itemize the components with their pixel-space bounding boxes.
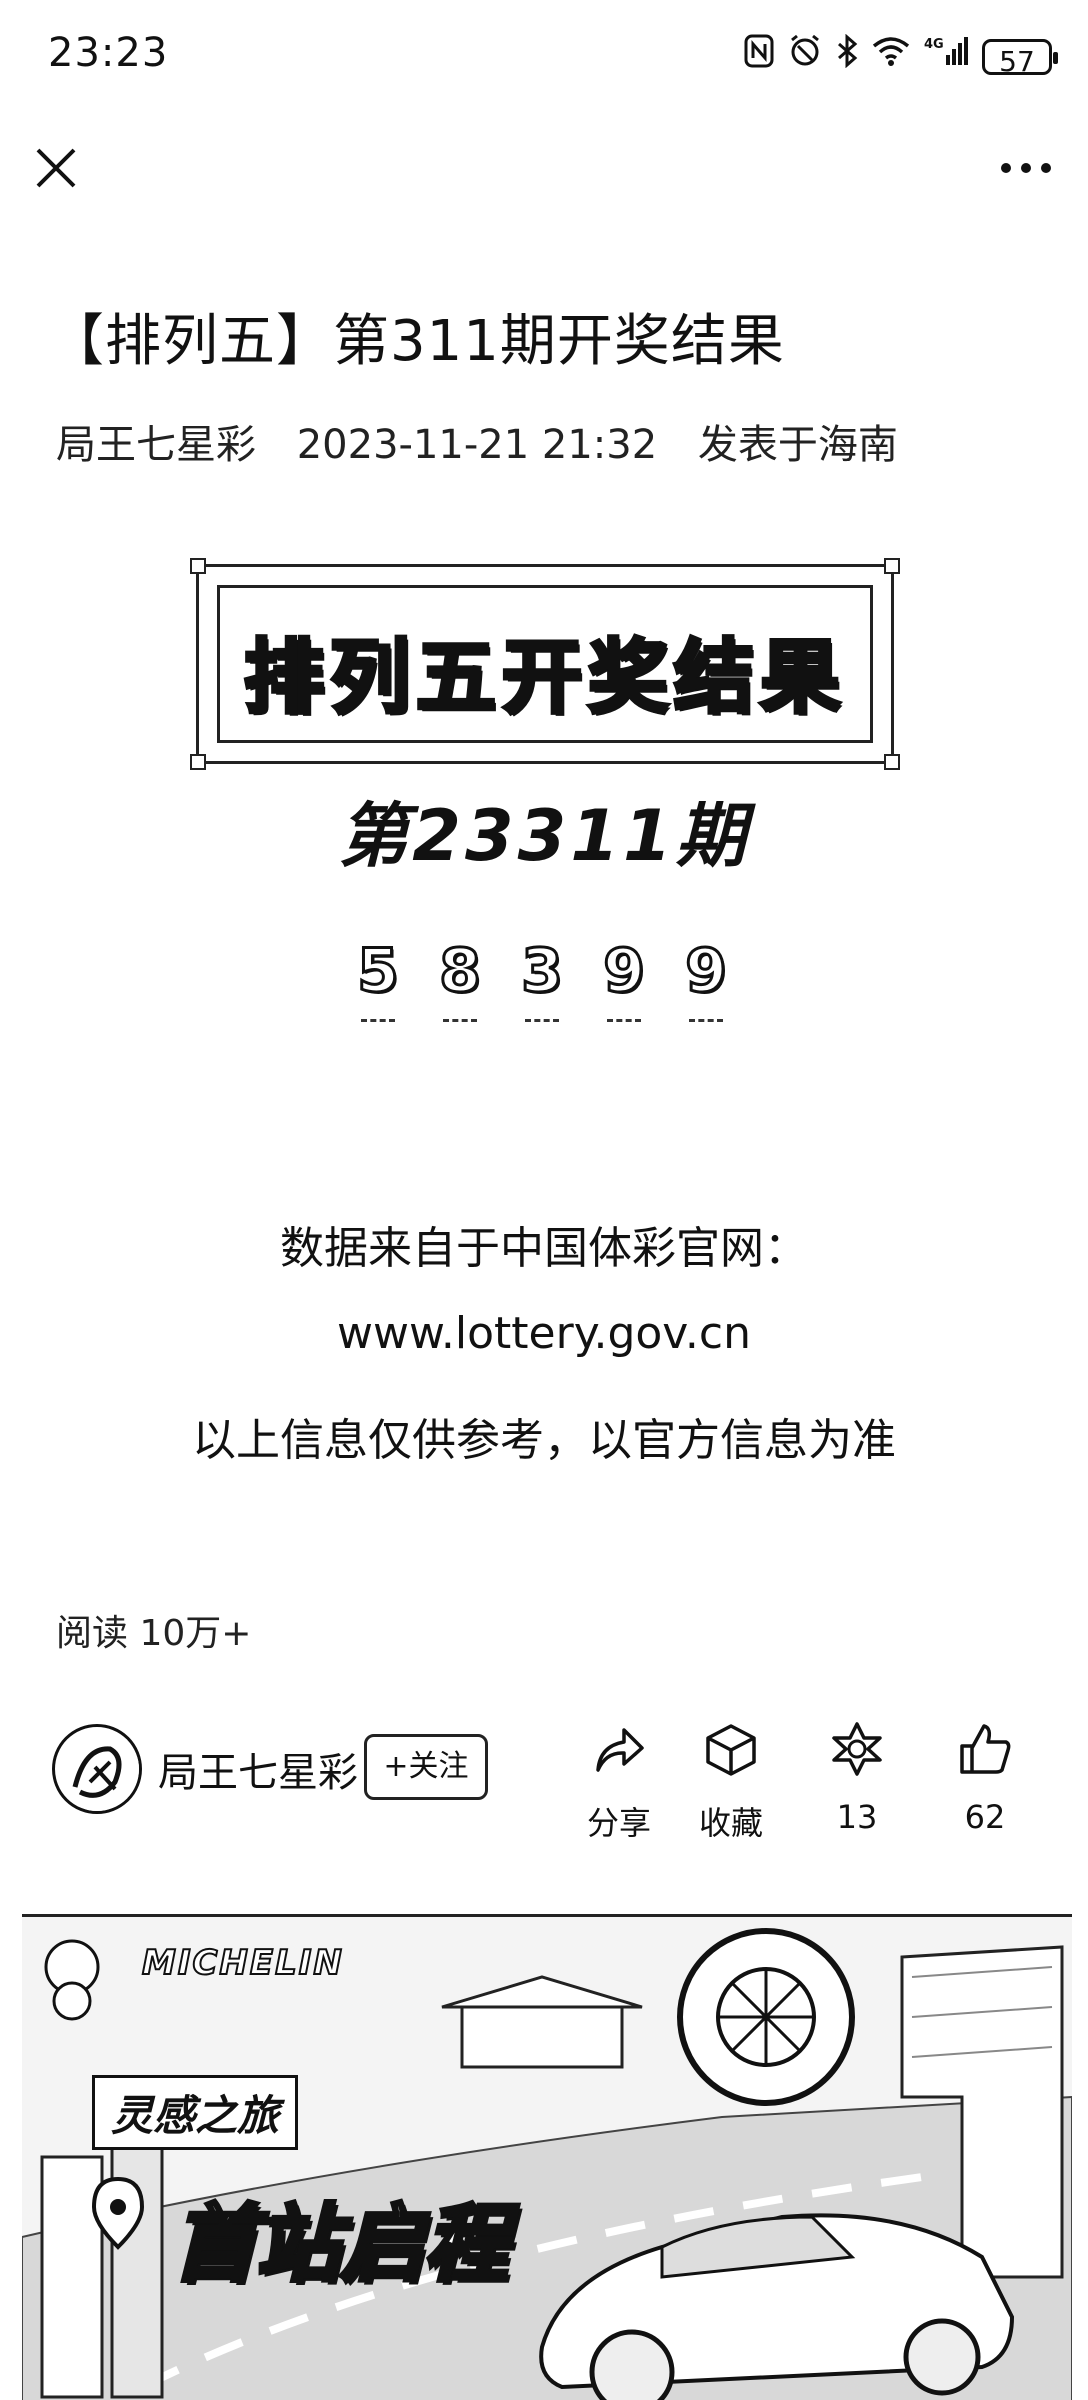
wifi-icon (872, 36, 910, 77)
top-nav (0, 130, 1088, 220)
winning-numbers: 5 8 3 9 9 (355, 935, 729, 1022)
like-button[interactable]: 62 (940, 1720, 1030, 1836)
wow-button[interactable]: 13 (812, 1720, 902, 1836)
ad-slogan: 灵感之旅 (92, 2075, 299, 2150)
avatar[interactable] (52, 1724, 142, 1814)
close-icon (36, 148, 76, 188)
wow-count: 13 (836, 1798, 878, 1836)
cube-icon (706, 1724, 756, 1776)
close-button[interactable] (28, 140, 84, 196)
share-button[interactable]: 分享 (574, 1720, 664, 1844)
article-meta: 局王七星彩 2023-11-21 21:32 发表于海南 (56, 412, 926, 470)
ad-banner[interactable]: MICHELIN 灵感之旅 首站启程 (22, 1914, 1072, 2400)
bluetooth-icon (836, 33, 858, 79)
banner-corner (884, 558, 900, 574)
winning-number: 9 (683, 935, 729, 1022)
publish-location: 发表于海南 (697, 422, 898, 468)
alarm-icon (788, 34, 822, 79)
banner-corner (190, 754, 206, 770)
ad-brand: MICHELIN (141, 1942, 344, 1984)
source-line: 数据来自于中国体彩官网： (280, 1223, 808, 1274)
nfc-icon (744, 34, 774, 79)
battery-icon: 57 (982, 38, 1058, 78)
favorite-label: 收藏 (698, 1804, 763, 1842)
status-icons: 4G 57 (744, 33, 1058, 79)
article-page: 23:23 4G 57 【排列五】第311期开奖结果 局王七星彩 2023-11… (0, 0, 1088, 2400)
winning-number: 3 (519, 935, 565, 1022)
author-link[interactable]: 局王七星彩 (56, 422, 256, 468)
status-time: 23:23 (48, 30, 169, 76)
publish-date: 2023-11-21 21:32 (296, 422, 658, 468)
like-count: 62 (964, 1798, 1006, 1836)
disclaimer: 以上信息仅供参考，以官方信息为准 (192, 1415, 896, 1466)
source-url: www.lottery.gov.cn (336, 1308, 751, 1359)
favorite-button[interactable]: 收藏 (686, 1720, 776, 1844)
author-name[interactable]: 局王七星彩 (158, 1740, 358, 1798)
share-icon (596, 1728, 644, 1772)
more-button[interactable] (996, 150, 1056, 186)
article-title: 【排列五】第311期开奖结果 (48, 309, 785, 374)
banner-corner (884, 754, 900, 770)
svg-text:4G: 4G (924, 37, 944, 52)
issue-number: 第23311期 (338, 795, 750, 877)
ad-headline: 首站启程 (170, 2193, 510, 2295)
thumbs-up-icon (960, 1724, 1011, 1774)
winning-number: 8 (437, 935, 483, 1022)
follow-button[interactable]: +关注 (364, 1734, 488, 1800)
winning-number: 9 (601, 935, 647, 1022)
signal-icon: 4G (924, 35, 968, 78)
author-bar: 局王七星彩 +关注 分享 收藏 13 62 (0, 1720, 1088, 1842)
banner-title: 排列五开奖结果 (242, 629, 846, 726)
banner-corner (190, 558, 206, 574)
more-icon (1001, 163, 1051, 173)
star-icon (832, 1722, 882, 1776)
status-bar: 23:23 4G 57 (0, 0, 1088, 110)
result-banner: 排列五开奖结果 (190, 558, 900, 770)
share-label: 分享 (586, 1804, 651, 1842)
winning-number: 5 (355, 935, 401, 1022)
ad-illustration (22, 1917, 1072, 2400)
read-count: 阅读 10万+ (56, 1613, 252, 1654)
